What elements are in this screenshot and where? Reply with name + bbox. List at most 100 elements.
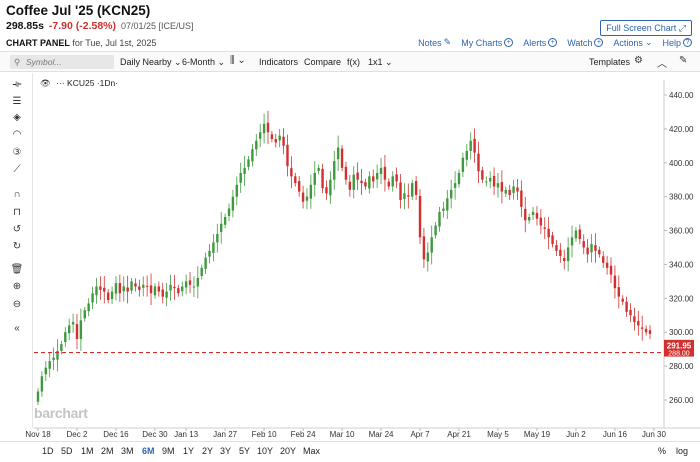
candle-body — [399, 182, 402, 201]
x-tick-label: Apr 21 — [447, 430, 471, 439]
candle-body — [512, 186, 515, 193]
candle-body — [274, 139, 277, 143]
candle-body — [325, 187, 328, 194]
candle-body — [278, 135, 281, 141]
candle-body — [266, 122, 270, 133]
y-tick-label: 280.00 — [669, 362, 694, 371]
log-toggle[interactable]: log — [676, 446, 688, 456]
y-tick-label: 440.00 — [669, 91, 694, 100]
candle-body — [602, 256, 605, 263]
range-1d[interactable]: 1D — [42, 446, 54, 456]
candle-body — [570, 237, 574, 246]
percent-toggle[interactable]: % — [658, 446, 666, 456]
x-tick-label: Mar 10 — [330, 430, 355, 439]
candle-body — [106, 292, 110, 301]
range-2m[interactable]: 2M — [101, 446, 114, 456]
chart-page: Coffee Jul '25 (KCN25) 298.85s -7.90 (-2… — [0, 0, 700, 462]
range-3y[interactable]: 3Y — [220, 446, 231, 456]
candle-body — [473, 138, 476, 153]
candle-body — [329, 179, 332, 196]
candle-body — [559, 249, 562, 256]
candle-body — [223, 217, 227, 225]
range-9m[interactable]: 9M — [162, 446, 175, 456]
range-1y[interactable]: 1Y — [183, 446, 194, 456]
candle-body — [71, 322, 75, 325]
candle-body — [457, 172, 461, 185]
candle-body — [590, 244, 593, 253]
x-tick-label: Jun 30 — [642, 430, 667, 439]
candle-body — [227, 208, 231, 216]
range-2y[interactable]: 2Y — [202, 446, 213, 456]
candle-body — [258, 132, 262, 139]
candle-body — [446, 198, 449, 211]
candle-body — [99, 286, 102, 290]
x-tick-label: May 19 — [524, 430, 551, 439]
candle-body — [196, 278, 200, 287]
x-tick-label: Jun 16 — [603, 430, 628, 439]
candle-body — [641, 327, 644, 329]
candle-body — [547, 228, 550, 238]
candle-body — [461, 157, 465, 172]
candle-body — [368, 176, 371, 189]
candle-body — [317, 167, 320, 171]
candle-body — [644, 328, 648, 333]
candle-body — [153, 286, 157, 296]
candle-body — [188, 280, 192, 285]
range-6m[interactable]: 6M — [142, 446, 155, 456]
candle-body — [64, 332, 67, 343]
range-3m[interactable]: 3M — [121, 446, 134, 456]
range-5d[interactable]: 5D — [61, 446, 73, 456]
candle-body — [360, 180, 363, 184]
x-tick-label: Mar 24 — [369, 430, 394, 439]
candle-body — [426, 252, 430, 262]
candle-body — [539, 217, 543, 226]
candle-body — [356, 172, 359, 180]
candle-body — [407, 195, 410, 197]
candle-body — [465, 150, 468, 160]
range-20y[interactable]: 20Y — [280, 446, 296, 456]
candle-body — [364, 182, 367, 187]
candle-body — [114, 283, 118, 294]
candle-body — [83, 310, 86, 319]
candle-body — [543, 227, 546, 229]
candle-body — [118, 283, 122, 294]
candle-body — [309, 184, 313, 199]
candle-body — [414, 181, 418, 195]
candle-body — [438, 211, 441, 227]
candle-body — [200, 267, 203, 276]
candle-body — [348, 181, 352, 190]
candle-body — [204, 257, 207, 269]
range-10y[interactable]: 10Y — [257, 446, 273, 456]
candle-body — [138, 286, 141, 290]
range-5y[interactable]: 5Y — [239, 446, 250, 456]
candle-body — [566, 247, 570, 262]
price-chart[interactable]: 260.00 280.00 300.00 320.00 340.00 360.00 380.… — [0, 0, 700, 462]
candle-body — [411, 183, 414, 197]
candle-body — [262, 123, 266, 134]
candle-body — [531, 211, 535, 215]
candle-body — [621, 298, 624, 302]
y-tick-label: 360.00 — [669, 227, 694, 236]
candle-body — [161, 289, 164, 297]
candle-body — [36, 391, 40, 402]
candle-body — [231, 196, 235, 211]
range-1m[interactable]: 1M — [81, 446, 94, 456]
candle-body — [149, 285, 153, 294]
candle-body — [157, 286, 161, 292]
candle-body — [95, 286, 98, 296]
candle-body — [216, 233, 219, 243]
candle-body — [169, 284, 172, 291]
candle-body — [243, 167, 246, 174]
candle-body — [395, 174, 398, 182]
y-tick-label: 320.00 — [669, 294, 694, 303]
candle-body — [434, 225, 437, 236]
candle-body — [383, 166, 387, 180]
y-tick-label: 420.00 — [669, 125, 694, 134]
x-tick-label: May 5 — [487, 430, 509, 439]
candle-body — [496, 183, 500, 188]
candle-body — [422, 236, 426, 260]
candle-body — [633, 316, 636, 323]
range-max[interactable]: Max — [303, 446, 320, 456]
candle-body — [492, 175, 496, 187]
x-tick-label: Dec 16 — [103, 430, 129, 439]
